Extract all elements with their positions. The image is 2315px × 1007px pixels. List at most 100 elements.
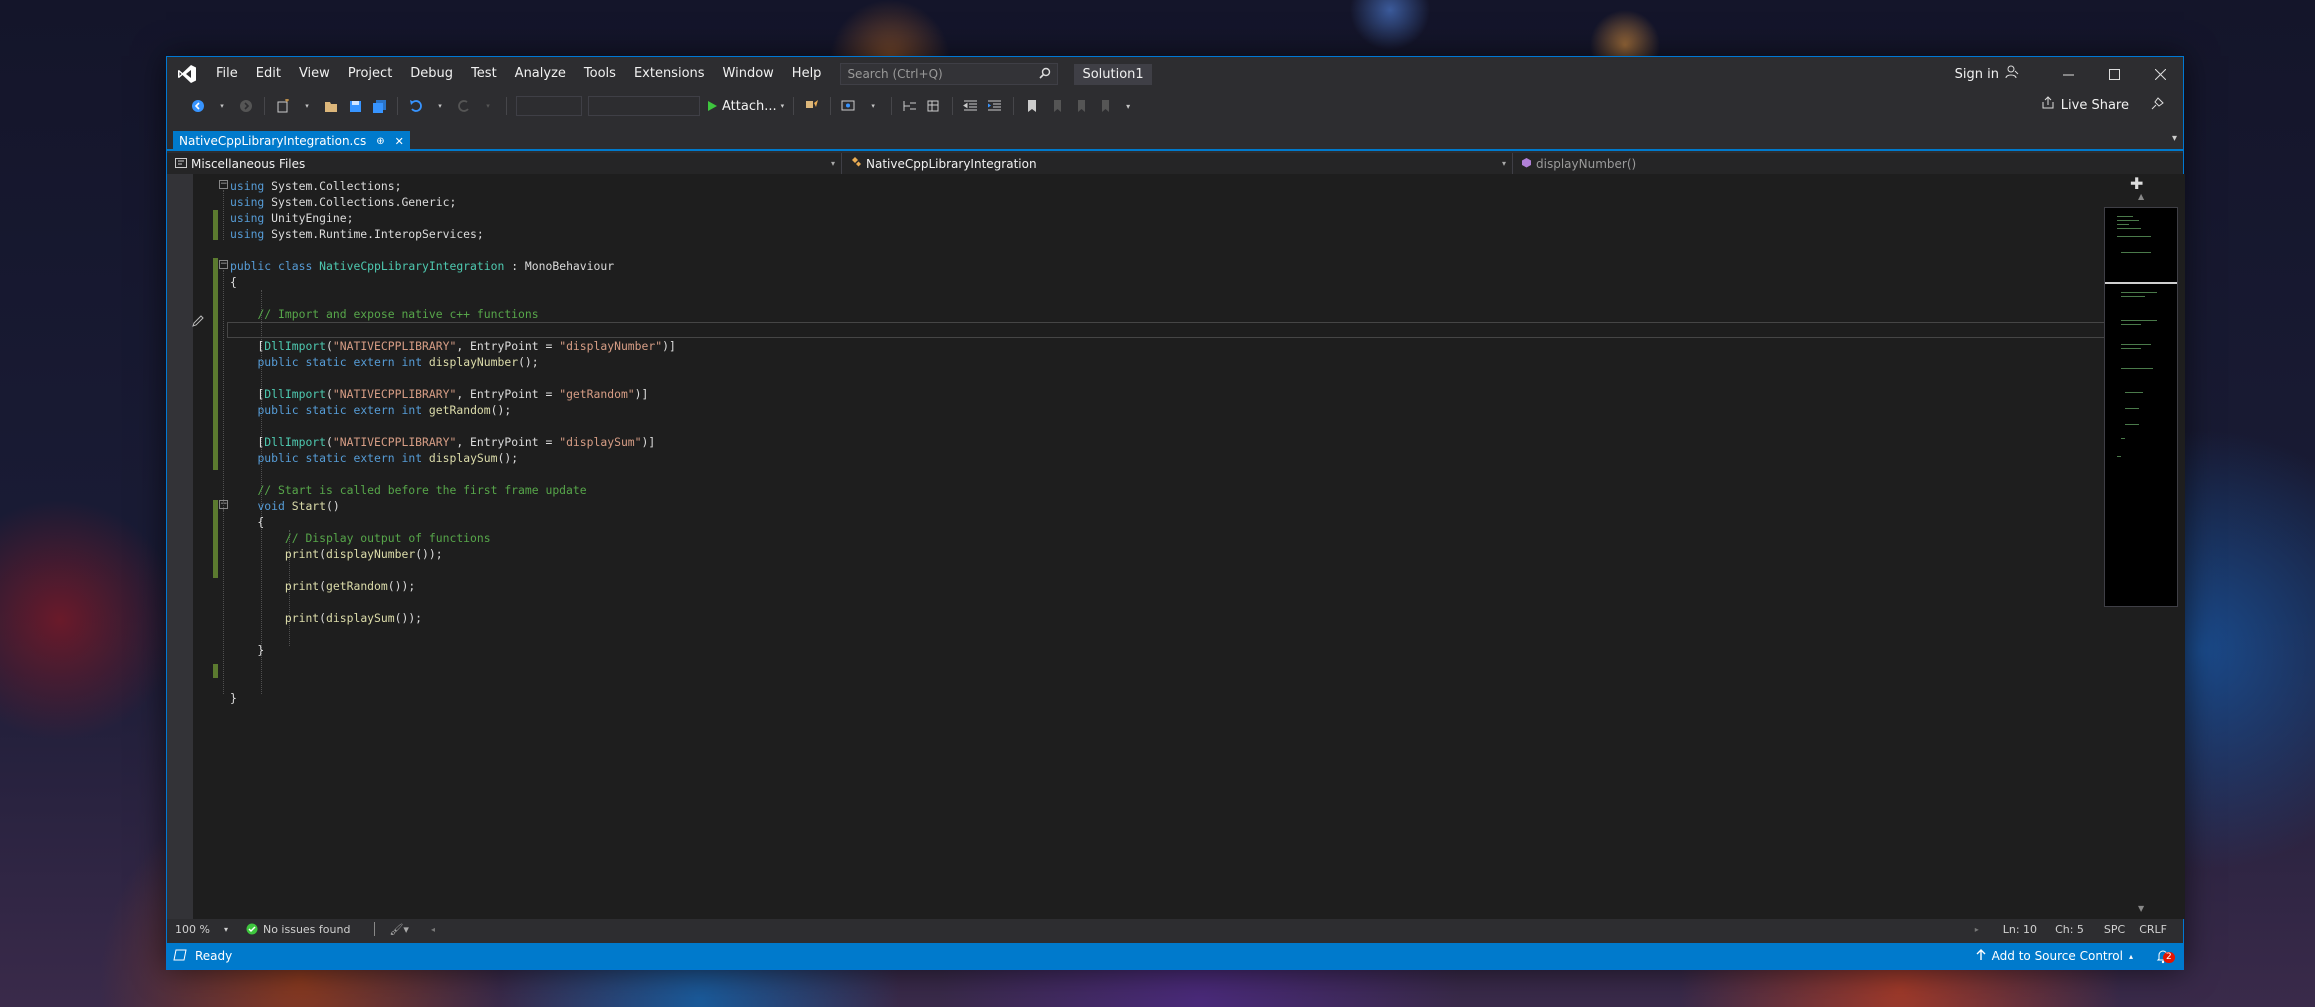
horizontal-scroll-left-icon[interactable]: ◂ (431, 925, 435, 934)
code-line[interactable] (230, 370, 676, 386)
code-line[interactable]: [DllImport("NATIVECPPLIBRARY", EntryPoin… (230, 338, 675, 354)
code-line[interactable] (230, 322, 676, 338)
code-line[interactable]: { (230, 274, 676, 290)
member-dropdown[interactable]: displayNumber() (1513, 153, 2183, 174)
code-line[interactable] (230, 290, 676, 306)
menu-analyze[interactable]: Analyze (506, 57, 575, 91)
code-line[interactable]: [DllImport("NATIVECPPLIBRARY", EntryPoin… (230, 434, 676, 450)
tab-list-dropdown-icon[interactable]: ▾ (2172, 133, 2177, 144)
solution-configurations-dropdown[interactable] (516, 96, 582, 116)
menu-help[interactable]: Help (783, 57, 831, 91)
quick-actions-icon[interactable] (191, 314, 205, 332)
code-line[interactable]: using UnityEngine; (230, 210, 676, 226)
column-number[interactable]: Ch: 5 (2055, 923, 2084, 936)
collapse-usings-icon[interactable]: − (219, 180, 228, 189)
code-line[interactable]: [DllImport("NATIVECPPLIBRARY", EntryPoin… (230, 386, 676, 402)
minimize-icon[interactable] (2045, 57, 2091, 91)
code-line[interactable] (230, 562, 676, 578)
code-line[interactable]: // Import and expose native c++ function… (230, 306, 676, 322)
step-into-specific-icon[interactable] (901, 95, 919, 117)
minimap-scrollbar[interactable] (2104, 207, 2178, 607)
code-line[interactable] (230, 242, 676, 258)
code-line[interactable]: void Start() (230, 498, 676, 514)
save-icon[interactable] (346, 95, 364, 117)
code-line[interactable]: // Start is called before the first fram… (230, 482, 676, 498)
scroll-up-icon[interactable]: ▲ (2138, 192, 2144, 201)
code-line[interactable]: } (230, 690, 676, 706)
menu-file[interactable]: File (207, 57, 247, 91)
menu-tools[interactable]: Tools (575, 57, 625, 91)
code-line[interactable]: } (230, 642, 676, 658)
visual-studio-logo-icon[interactable] (167, 57, 207, 91)
code-line[interactable]: using System.Runtime.InteropServices; (230, 226, 676, 242)
save-all-icon[interactable] (370, 95, 388, 117)
output-icon[interactable] (173, 949, 187, 964)
solution-platforms-dropdown[interactable] (588, 96, 700, 116)
close-window-icon[interactable] (2137, 57, 2183, 91)
code-line[interactable] (230, 466, 676, 482)
attach-button[interactable]: Attach... ▾ (706, 99, 784, 114)
code-editor[interactable]: − − − using System.Collections; using Sys… (167, 174, 2185, 919)
whitespace-mode[interactable]: SPC (2104, 923, 2125, 936)
toolbar-overflow-icon[interactable]: ▾ (1119, 95, 1137, 117)
horizontal-scroll-right-icon[interactable]: ▸ (1975, 925, 1979, 934)
menu-project[interactable]: Project (339, 57, 401, 91)
feedback-icon[interactable] (2149, 96, 2165, 116)
split-editor-icon[interactable]: ✚ (2130, 174, 2143, 193)
attach-dropdown-icon[interactable]: ▾ (781, 102, 785, 110)
collapse-class-icon[interactable]: − (219, 260, 228, 269)
indent-icon[interactable] (986, 95, 1004, 117)
close-tab-icon[interactable]: ✕ (395, 135, 404, 148)
outdent-icon[interactable] (962, 95, 980, 117)
code-text[interactable]: using System.Collections; using System.Co… (230, 178, 676, 706)
previous-bookmark-icon[interactable] (1047, 95, 1065, 117)
code-line[interactable]: // Display output of functions (230, 530, 676, 546)
code-line[interactable]: { (230, 514, 676, 530)
code-line[interactable] (230, 594, 676, 610)
tab-nativecpplibraryintegration[interactable]: NativeCppLibraryIntegration.cs ⊕ ✕ (173, 131, 410, 151)
next-bookmark-icon[interactable] (1071, 95, 1089, 117)
line-number[interactable]: Ln: 10 (2003, 923, 2037, 936)
code-line[interactable]: print(displaySum()); (230, 610, 676, 626)
class-dropdown[interactable]: NativeCppLibraryIntegration ▾ (842, 153, 1513, 174)
navigate-back-icon[interactable] (189, 95, 207, 117)
scroll-down-icon[interactable]: ▼ (2138, 904, 2144, 913)
code-line[interactable]: public static extern int displayNumber()… (230, 354, 676, 370)
menu-test[interactable]: Test (462, 57, 506, 91)
code-line[interactable]: print(getRandom()); (230, 578, 676, 594)
zoom-level-dropdown[interactable]: 100 % ▾ (175, 923, 228, 936)
code-line[interactable]: public static extern int getRandom(); (230, 402, 676, 418)
toggle-view-icon[interactable] (925, 95, 943, 117)
browser-link-icon[interactable] (840, 95, 858, 117)
menu-debug[interactable]: Debug (401, 57, 462, 91)
issues-indicator[interactable]: No issues found (246, 923, 350, 936)
code-line[interactable]: public static extern int displaySum(); (230, 450, 676, 466)
clear-bookmarks-icon[interactable] (1095, 95, 1113, 117)
code-line[interactable] (230, 418, 676, 434)
code-line[interactable]: public class NativeCppLibraryIntegration… (230, 258, 676, 274)
pin-tab-icon[interactable]: ⊕ (376, 136, 384, 147)
hot-reload-icon[interactable] (803, 95, 821, 117)
redo-icon[interactable] (455, 95, 473, 117)
menu-extensions[interactable]: Extensions (625, 57, 714, 91)
undo-dropdown-icon[interactable]: ▾ (431, 95, 449, 117)
redo-dropdown-icon[interactable]: ▾ (479, 95, 497, 117)
menu-view[interactable]: View (290, 57, 339, 91)
code-line[interactable]: print(displayNumber()); (230, 546, 676, 562)
code-line[interactable] (230, 626, 676, 642)
menu-window[interactable]: Window (714, 57, 783, 91)
search-box[interactable]: Search (Ctrl+Q) (840, 63, 1059, 85)
new-dropdown-icon[interactable]: ▾ (298, 95, 316, 117)
navigate-forward-icon[interactable] (237, 95, 255, 117)
code-line[interactable] (230, 674, 676, 690)
new-project-icon[interactable] (274, 95, 292, 117)
open-file-icon[interactable] (322, 95, 340, 117)
notifications-button[interactable]: 2 (2155, 948, 2175, 964)
back-dropdown-icon[interactable]: ▾ (213, 95, 231, 117)
live-share-button[interactable]: Live Share (2041, 96, 2129, 114)
bookmark-icon[interactable] (1023, 95, 1041, 117)
code-cleanup-icon[interactable]: 🖌︎▾ (389, 923, 409, 936)
sign-in-button[interactable]: Sign in (1955, 65, 2019, 83)
line-ending-mode[interactable]: CRLF (2139, 923, 2167, 936)
menu-edit[interactable]: Edit (247, 57, 290, 91)
